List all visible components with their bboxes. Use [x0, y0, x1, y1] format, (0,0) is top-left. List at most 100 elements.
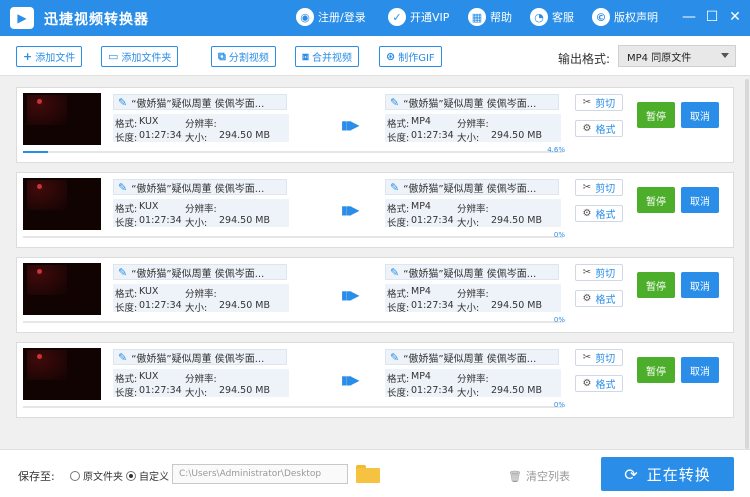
size-label: 大小:	[185, 388, 208, 399]
progress-percent: 0%	[553, 231, 565, 239]
source-name[interactable]: ✎ “傲娇猫”疑似周董 侯佩岑面...	[113, 264, 287, 280]
source-name-text: “傲娇猫”疑似周董 侯佩岑面...	[131, 353, 265, 365]
open-folder-icon[interactable]	[356, 465, 380, 483]
duration-label: 长度:	[387, 133, 410, 144]
pause-button[interactable]: 暂停	[637, 187, 675, 213]
format-settings-button[interactable]: ⚙ 格式	[575, 375, 623, 392]
progress-bar	[23, 321, 563, 323]
copyright-link[interactable]: © 版权声明	[592, 8, 658, 26]
cut-button[interactable]: ✂ 剪切	[575, 264, 623, 281]
duration-label: 长度:	[387, 388, 410, 399]
arrow-right-icon: ▮▮▶	[341, 373, 359, 387]
make-gif-button[interactable]: ⊛ 制作GIF	[379, 46, 442, 67]
output-name-text: “傲娇猫”疑似周董 侯佩岑面...	[403, 268, 537, 280]
minimize-button[interactable]: —	[680, 8, 698, 26]
output-name[interactable]: ✎ “傲娇猫”疑似周董 侯佩岑面...	[385, 94, 559, 110]
output-name-text: “傲娇猫”疑似周董 侯佩岑面...	[403, 353, 537, 365]
save-path-input[interactable]	[172, 464, 348, 484]
output-name-text: “傲娇猫”疑似周董 侯佩岑面...	[403, 98, 537, 110]
source-name[interactable]: ✎ “傲娇猫”疑似周董 侯佩岑面...	[113, 349, 287, 365]
add-folder-button[interactable]: ▭ 添加文件夹	[101, 46, 179, 67]
format-settings-label: 格式	[595, 210, 616, 221]
resolution-label: 分辨率:	[185, 119, 217, 130]
format-settings-button[interactable]: ⚙ 格式	[575, 120, 623, 137]
add-file-button[interactable]: + 添加文件	[16, 46, 83, 67]
help-label: 帮助	[490, 11, 512, 24]
app-title: 迅捷视频转换器	[44, 12, 149, 28]
radio-original-folder[interactable]: 原文件夹	[70, 468, 123, 483]
gif-icon: ⊛	[386, 50, 396, 63]
duration-label: 长度:	[115, 303, 138, 314]
split-video-button[interactable]: ⧉ 分割视频	[211, 46, 276, 67]
output-name[interactable]: ✎ “傲娇猫”疑似周董 侯佩岑面...	[385, 264, 559, 280]
output-format-select[interactable]: MP4 同原文件	[618, 45, 736, 67]
resolution-label: 分辨率:	[457, 289, 489, 300]
cancel-button[interactable]: 取消	[681, 357, 719, 383]
output-size: 294.50 MB	[491, 215, 542, 226]
cancel-button[interactable]: 取消	[681, 102, 719, 128]
format-label: 格式:	[115, 119, 138, 130]
arrow-right-icon: ▮▮▶	[341, 118, 359, 132]
cut-button[interactable]: ✂ 剪切	[575, 349, 623, 366]
list-scrollbar[interactable]	[744, 77, 750, 449]
add-file-label: 添加文件	[35, 53, 76, 64]
duration-label: 长度:	[387, 218, 410, 229]
pause-button[interactable]: 暂停	[637, 102, 675, 128]
output-name[interactable]: ✎ “傲娇猫”疑似周董 侯佩岑面...	[385, 179, 559, 195]
format-settings-button[interactable]: ⚙ 格式	[575, 290, 623, 307]
size-label: 大小:	[185, 133, 208, 144]
output-format: MP4	[411, 201, 431, 212]
video-thumbnail	[23, 263, 101, 315]
list-item: ✎ “傲娇猫”疑似周董 侯佩岑面... 格式: KUX 分辨率: 长度: 01:2…	[16, 172, 734, 248]
app-logo-icon: ▶	[10, 7, 34, 29]
radio-custom-label: 自定义	[139, 472, 169, 483]
vip-link[interactable]: ✓ 开通VIP	[388, 8, 449, 26]
format-label: 格式:	[387, 289, 410, 300]
source-name[interactable]: ✎ “傲娇猫”疑似周董 侯佩岑面...	[113, 94, 287, 110]
login-link[interactable]: ◉ 注册/登录	[296, 8, 366, 26]
resolution-label: 分辨率:	[457, 374, 489, 385]
source-duration: 01:27:34	[139, 385, 182, 396]
resolution-label: 分辨率:	[185, 374, 217, 385]
format-settings-label: 格式	[595, 125, 616, 136]
radio-circle-selected	[126, 470, 136, 481]
edit-icon: ✎	[390, 180, 400, 194]
output-name[interactable]: ✎ “傲娇猫”疑似周董 侯佩岑面...	[385, 349, 559, 365]
scissors-icon: ✂	[582, 97, 592, 108]
help-link[interactable]: ▦ 帮助	[468, 8, 512, 26]
source-name[interactable]: ✎ “傲娇猫”疑似周董 侯佩岑面...	[113, 179, 287, 195]
settings-icon: ⚙	[582, 123, 592, 134]
size-label: 大小:	[457, 303, 480, 314]
start-convert-button[interactable]: ⟳ 正在转换	[601, 457, 734, 491]
radio-custom-folder[interactable]: 自定义	[126, 468, 169, 483]
clear-list-button[interactable]: 🗑 清空列表	[508, 468, 570, 484]
format-label: 格式:	[387, 204, 410, 215]
output-name-text: “傲娇猫”疑似周董 侯佩岑面...	[403, 183, 537, 195]
arrow-right-icon: ▮▮▶	[341, 203, 359, 217]
maximize-button[interactable]: ☐	[703, 8, 721, 26]
source-name-text: “傲娇猫”疑似周董 侯佩岑面...	[131, 183, 265, 195]
pause-button[interactable]: 暂停	[637, 357, 675, 383]
output-format: MP4	[411, 116, 431, 127]
source-duration: 01:27:34	[139, 215, 182, 226]
cut-button[interactable]: ✂ 剪切	[575, 179, 623, 196]
format-settings-button[interactable]: ⚙ 格式	[575, 205, 623, 222]
resolution-label: 分辨率:	[185, 204, 217, 215]
radio-original-label: 原文件夹	[83, 472, 123, 483]
close-button[interactable]: ✕	[726, 8, 744, 26]
output-duration: 01:27:34	[411, 300, 454, 311]
service-link[interactable]: ◔ 客服	[530, 8, 574, 26]
cut-button[interactable]: ✂ 剪切	[575, 94, 623, 111]
cancel-button[interactable]: 取消	[681, 272, 719, 298]
cut-label: 剪切	[595, 269, 616, 280]
merge-video-button[interactable]: ⧈ 合并视频	[295, 46, 359, 67]
cancel-button[interactable]: 取消	[681, 187, 719, 213]
edit-icon: ✎	[118, 95, 128, 109]
video-thumbnail	[23, 348, 101, 400]
pause-button[interactable]: 暂停	[637, 272, 675, 298]
progress-percent: 0%	[553, 316, 565, 324]
output-format-value: MP4 同原文件	[627, 52, 692, 64]
video-thumbnail	[23, 178, 101, 230]
source-info: 格式: KUX 分辨率: 长度: 01:27:34 大小: 294.50 MB	[113, 114, 289, 144]
source-size: 294.50 MB	[219, 130, 270, 141]
